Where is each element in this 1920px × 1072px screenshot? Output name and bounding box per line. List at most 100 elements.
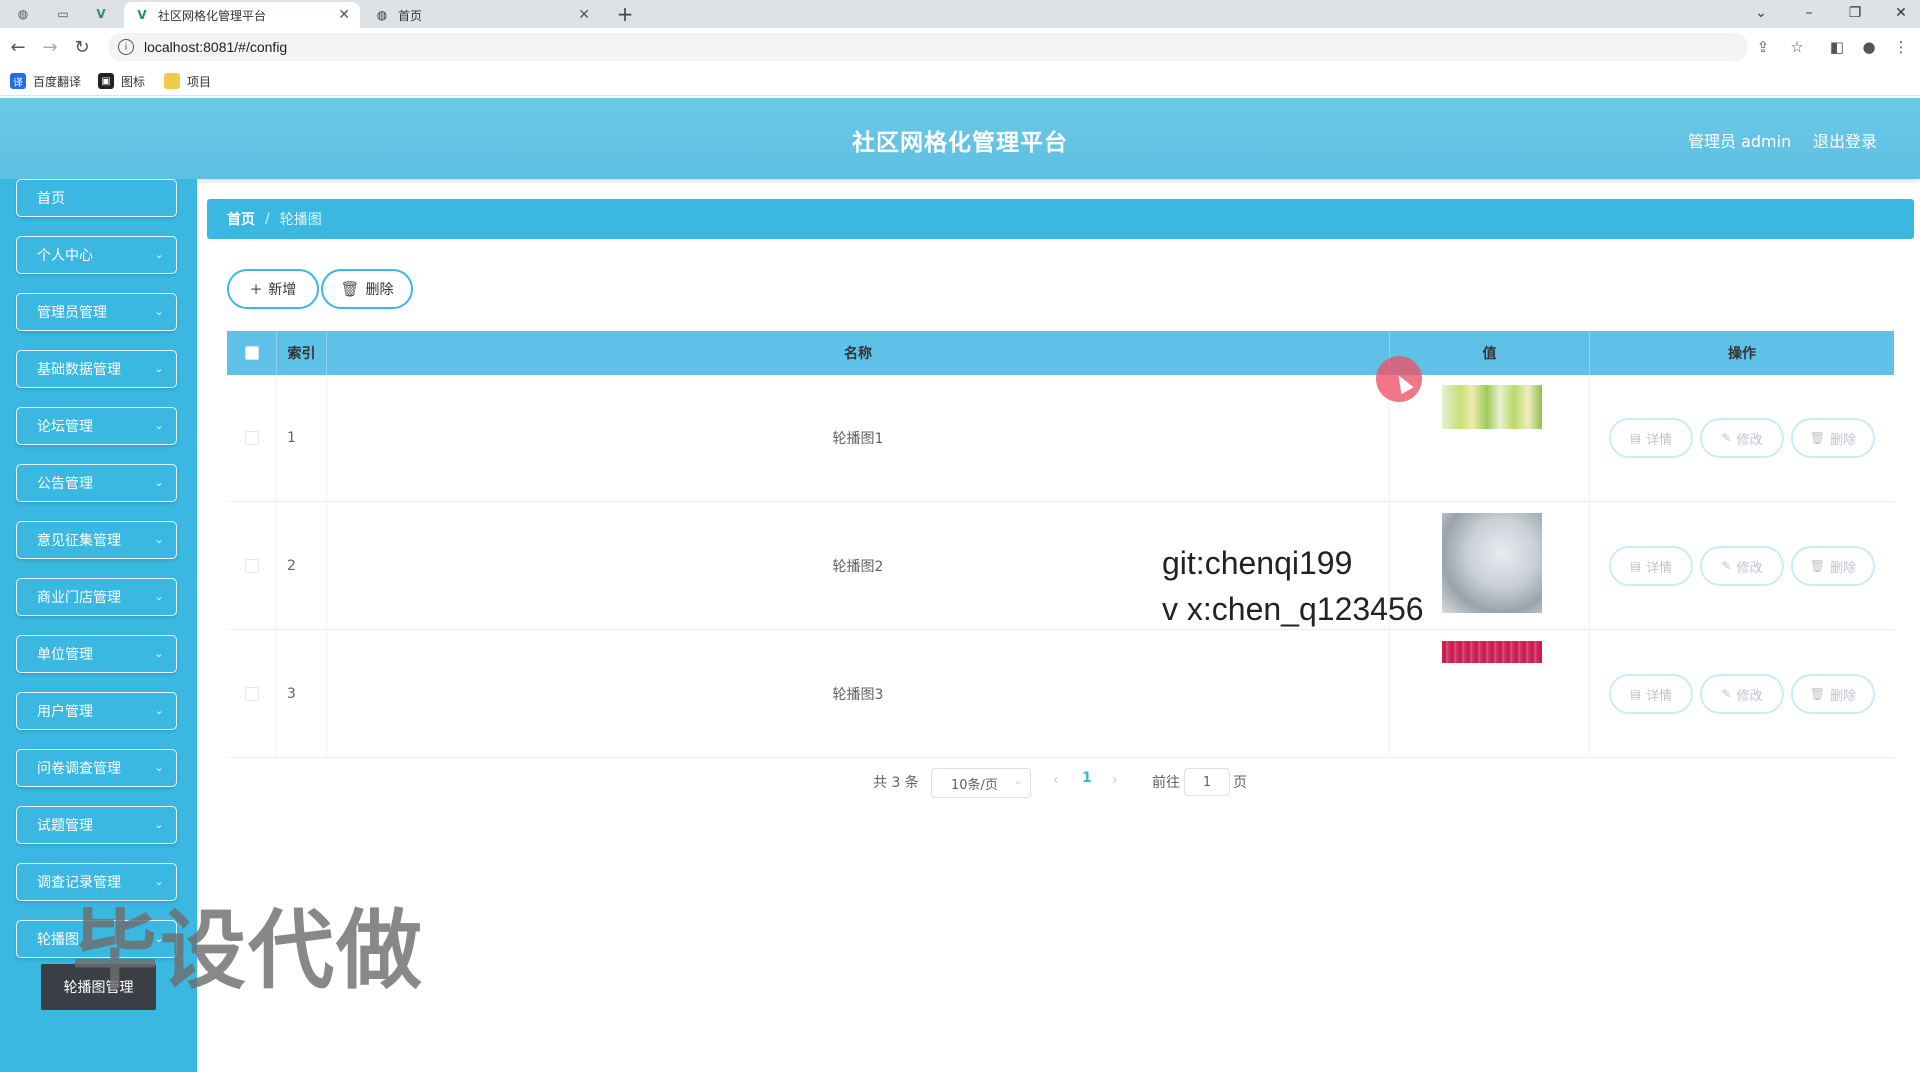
chevron-down-icon: ⌄ [154, 418, 164, 432]
close-icon[interactable]: ✕ [578, 7, 590, 23]
restore-button[interactable]: ❐ [1832, 0, 1878, 26]
sidebar-item-6[interactable]: 意见征集管理 ⌄ [16, 521, 177, 559]
batch-delete-button[interactable]: 🗑 删除 [321, 269, 413, 309]
sidebar-item-2[interactable]: 管理员管理 ⌄ [16, 293, 177, 331]
page-number-current[interactable]: 1 [1082, 770, 1092, 786]
reload-icon[interactable]: ↻ [70, 36, 94, 58]
column-header-name[interactable]: 名称 [327, 331, 1390, 375]
vue-icon[interactable]: V [88, 3, 114, 25]
table-row[interactable]: 2 轮播图2 ▤ 详情 ✎ 修改 🗑 删除 [227, 503, 1894, 630]
row-thumbnail-image[interactable] [1442, 513, 1542, 613]
tab-home[interactable]: ◍ 首页 ✕ [364, 2, 600, 28]
bookmark-icons[interactable]: ▣ 图标 [98, 72, 145, 90]
row-delete-button[interactable]: 🗑 删除 [1791, 546, 1875, 586]
bookmark-project[interactable]: 项目 [164, 72, 211, 90]
sidebar-item-label: 意见征集管理 [37, 533, 121, 549]
vue-icon: V [137, 8, 147, 22]
table-header: 索引 名称 值 操作 [227, 331, 1894, 375]
sidebar-item-10[interactable]: 问卷调查管理 ⌄ [16, 749, 177, 787]
sidebar-item-1[interactable]: 个人中心 ⌄ [16, 236, 177, 274]
breadcrumb-home[interactable]: 首页 [227, 209, 255, 229]
chevron-down-icon: ⌄ [154, 304, 164, 318]
watermark-line-git: git:chenqi199 [1162, 545, 1353, 581]
bookmark-label: 图标 [121, 74, 146, 89]
row-delete-button[interactable]: 🗑 删除 [1791, 674, 1875, 714]
trash-icon: 🗑 [1809, 431, 1826, 445]
edit-button[interactable]: ✎ 修改 [1700, 546, 1784, 586]
close-window-button[interactable]: ✕ [1878, 0, 1920, 26]
sidebar-item-5[interactable]: 公告管理 ⌄ [16, 464, 177, 502]
add-button[interactable]: + 新增 [227, 269, 319, 309]
side-panel-icon[interactable]: ◧ [1826, 37, 1848, 57]
edit-button[interactable]: ✎ 修改 [1700, 418, 1784, 458]
delete-button-label: 删除 [365, 282, 394, 298]
menu-icon[interactable]: ⋮ [1890, 37, 1912, 57]
minimize-button[interactable]: – [1786, 0, 1832, 26]
profile-icon[interactable]: ● [1858, 37, 1880, 57]
sidebar-item-7[interactable]: 商业门店管理 ⌄ [16, 578, 177, 616]
column-header-index[interactable]: 索引 [277, 331, 327, 375]
select-all-checkbox[interactable] [244, 346, 259, 360]
sidebar-item-label: 公告管理 [37, 476, 93, 492]
prev-page-button[interactable]: ‹ [1053, 772, 1059, 788]
sidebar-item-label: 首页 [37, 191, 65, 207]
plus-icon: + [249, 280, 263, 298]
column-header-value[interactable]: 值 [1390, 331, 1590, 375]
info-icon[interactable]: i [118, 39, 134, 55]
breadcrumb: 首页 / 轮播图 [207, 199, 1914, 239]
sidebar-item-label: 试题管理 [37, 818, 93, 834]
back-icon[interactable]: ← [6, 36, 30, 58]
row-thumbnail-image[interactable] [1442, 385, 1542, 429]
detail-button[interactable]: ▤ 详情 [1609, 674, 1693, 714]
sidebar-item-3[interactable]: 基础数据管理 ⌄ [16, 350, 177, 388]
row-checkbox[interactable] [244, 431, 259, 445]
close-icon[interactable]: ✕ [338, 7, 350, 23]
sidebar-item-9[interactable]: 用户管理 ⌄ [16, 692, 177, 730]
table-row[interactable]: 3 轮播图3 ▤ 详情 ✎ 修改 🗑 删除 [227, 631, 1894, 758]
sidebar-item-4[interactable]: 论坛管理 ⌄ [16, 407, 177, 445]
trash-icon: 🗑 [1809, 559, 1826, 573]
page-size-value: 10条/页 [951, 777, 998, 793]
browser-tab-strip: ◍ ▭ V V 社区网格化管理平台 ✕ ◍ 首页 ✕ + ⌄ – ❐ ✕ [0, 0, 1920, 28]
table-row[interactable]: 1 轮播图1 ▤ 详情 ✎ 修改 🗑 删除 [227, 375, 1894, 502]
goto-page-input[interactable]: 1 [1184, 768, 1230, 796]
page-size-select[interactable]: 10条/页 ⌄ [931, 768, 1031, 798]
sidebar-item-label: 个人中心 [37, 248, 93, 264]
row-checkbox[interactable] [244, 687, 259, 701]
next-page-button[interactable]: › [1112, 772, 1118, 788]
star-icon[interactable]: ☆ [1786, 37, 1808, 57]
logout-link[interactable]: 退出登录 [1813, 128, 1877, 152]
row-index: 2 [277, 503, 327, 629]
chevron-down-icon: ⌄ [154, 817, 164, 831]
detail-button[interactable]: ▤ 详情 [1609, 546, 1693, 586]
url-input[interactable]: i localhost:8081/#/config [108, 33, 1748, 61]
trash-icon: 🗑 [1809, 687, 1826, 701]
sidebar-item-11[interactable]: 试题管理 ⌄ [16, 806, 177, 844]
globe-icon[interactable]: ◍ [10, 3, 36, 25]
row-checkbox[interactable] [244, 559, 259, 573]
forward-icon[interactable]: → [38, 36, 62, 58]
blank-tab-icon[interactable]: ▭ [50, 3, 76, 25]
tab-active[interactable]: V 社区网格化管理平台 ✕ [124, 2, 360, 28]
share-icon[interactable]: ⇪ [1752, 37, 1774, 57]
tab-search-icon[interactable]: ⌄ [1738, 0, 1784, 26]
sidebar-item-label: 用户管理 [37, 704, 93, 720]
bookmarks-bar: 译 百度翻译 ▣ 图标 项目 [0, 66, 1920, 96]
pencil-icon: ✎ [1721, 687, 1732, 701]
detail-button-label: 详情 [1646, 560, 1673, 576]
document-icon: ▤ [1629, 559, 1642, 573]
breadcrumb-separator: / [265, 211, 270, 227]
detail-button[interactable]: ▤ 详情 [1609, 418, 1693, 458]
watermark-big: 毕设代做 [72, 901, 424, 1001]
sidebar-item-0[interactable]: 首页 [16, 179, 177, 217]
new-tab-button[interactable]: + [612, 2, 638, 26]
goto-suffix: 页 [1233, 775, 1247, 791]
bookmark-baidu-translate[interactable]: 译 百度翻译 [10, 72, 81, 90]
row-delete-button[interactable]: 🗑 删除 [1791, 418, 1875, 458]
pencil-icon: ✎ [1721, 431, 1732, 445]
edit-button[interactable]: ✎ 修改 [1700, 674, 1784, 714]
row-thumbnail-image[interactable] [1442, 641, 1542, 663]
chevron-down-icon: ⌄ [154, 247, 164, 261]
sidebar-item-8[interactable]: 单位管理 ⌄ [16, 635, 177, 673]
chevron-down-icon: ⌄ [154, 475, 164, 489]
